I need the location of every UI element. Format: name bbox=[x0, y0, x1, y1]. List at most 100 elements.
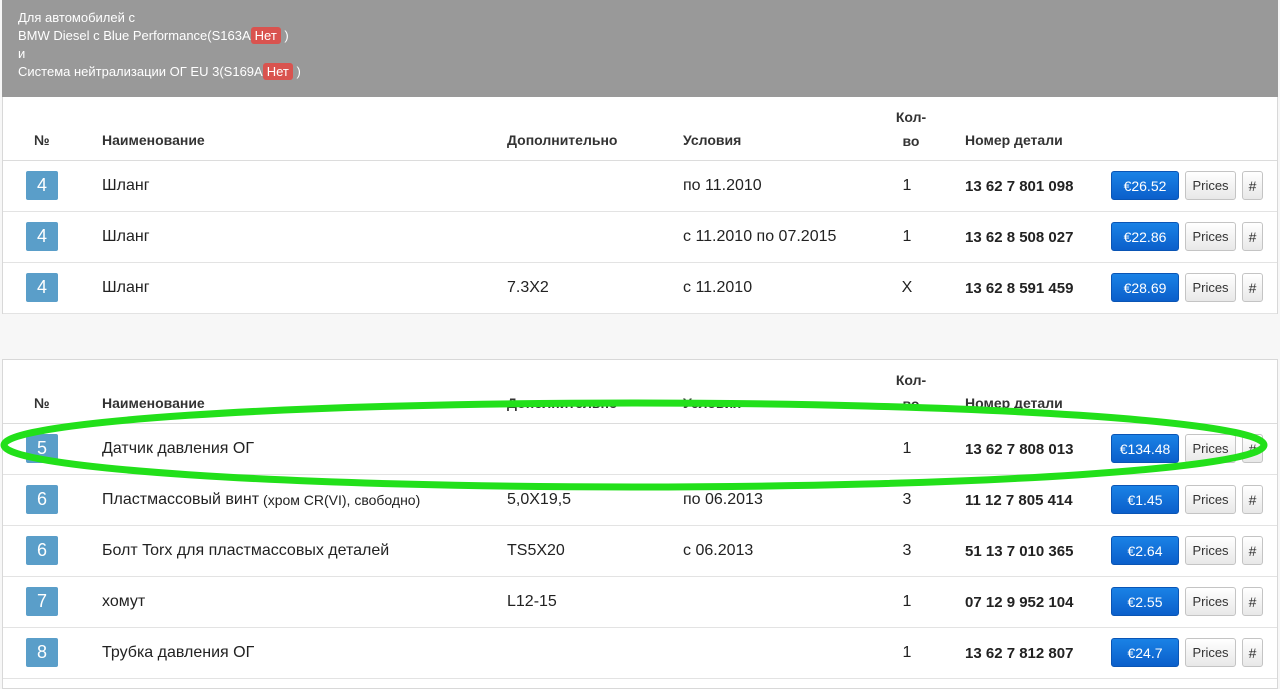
header-line-4-suffix: ) bbox=[296, 64, 301, 79]
item-number-badge: 7 bbox=[26, 587, 58, 616]
part-extra: 5,0X19,5 bbox=[507, 491, 572, 508]
column-header-qty-line2: во bbox=[902, 133, 920, 149]
header-line-1: Для автомобилей с bbox=[18, 10, 135, 25]
item-number-badge: 6 bbox=[26, 485, 58, 514]
prices-button[interactable]: Prices bbox=[1185, 587, 1236, 616]
price-button[interactable]: €1.45 bbox=[1111, 485, 1179, 514]
part-conditions: по 06.2013 bbox=[683, 491, 763, 508]
column-header-qty-line1: Кол- bbox=[895, 109, 927, 125]
anchor-button[interactable]: # bbox=[1242, 485, 1263, 514]
prices-button[interactable]: Prices bbox=[1185, 638, 1236, 667]
part-name: Шланг bbox=[102, 263, 154, 313]
prices-button[interactable]: Prices bbox=[1185, 434, 1236, 463]
part-conditions: с 11.2010 по 07.2015 bbox=[683, 228, 837, 245]
part-name-text: Болт Torx для пластмассовых деталей bbox=[102, 542, 390, 559]
item-number-badge: 4 bbox=[26, 273, 58, 302]
table-header: № Наименование Дополнительно Условия Кол… bbox=[3, 360, 1277, 424]
part-name: Болт Torx для пластмассовых деталей bbox=[102, 526, 393, 576]
part-extra: L12-15 bbox=[507, 593, 557, 610]
table-row: 8 Трубка давления ОГ 1 13 62 7 812 807 €24.7… bbox=[3, 628, 1277, 679]
column-header-part: Номер детали bbox=[965, 132, 1063, 148]
anchor-button[interactable]: # bbox=[1242, 536, 1263, 565]
part-qty: 3 bbox=[902, 491, 912, 508]
part-number: 13 62 7 812 807 bbox=[965, 644, 1074, 662]
column-header-extra: Дополнительно bbox=[507, 395, 618, 411]
part-number: 11 12 7 805 414 bbox=[965, 491, 1073, 509]
parts-table-2: № Наименование Дополнительно Условия Кол… bbox=[2, 359, 1278, 689]
anchor-button[interactable]: # bbox=[1242, 434, 1263, 463]
header-line-3: и bbox=[18, 46, 26, 61]
part-name-text: хомут bbox=[102, 593, 146, 610]
part-number: 51 13 7 010 365 bbox=[965, 542, 1074, 560]
header-line-2-suffix: ) bbox=[284, 28, 289, 43]
part-extra: TS5X20 bbox=[507, 542, 565, 559]
anchor-button[interactable]: # bbox=[1242, 587, 1263, 616]
part-qty: 1 bbox=[902, 593, 912, 610]
part-number: 13 62 7 808 013 bbox=[965, 440, 1074, 458]
prices-button[interactable]: Prices bbox=[1185, 485, 1236, 514]
item-number-badge: 6 bbox=[26, 536, 58, 565]
price-button[interactable]: €26.52 bbox=[1111, 171, 1179, 200]
item-number-badge: 5 bbox=[26, 434, 58, 463]
part-conditions: с 06.2013 bbox=[683, 542, 754, 559]
part-qty: 1 bbox=[902, 440, 912, 457]
part-number: 13 62 8 508 027 bbox=[965, 228, 1074, 246]
part-name-text: Трубка давления ОГ bbox=[102, 644, 255, 661]
column-header-part: Номер детали bbox=[965, 395, 1063, 411]
table-header: № Наименование Дополнительно Условия Кол… bbox=[3, 97, 1277, 161]
part-name-text: Шланг bbox=[102, 177, 150, 194]
part-name: Датчик давления ОГ bbox=[102, 424, 258, 474]
part-name-note: (хром CR(VI), свободно) bbox=[263, 492, 421, 508]
price-button[interactable]: €134.48 bbox=[1111, 434, 1179, 463]
table-body: 4 Шланг по 11.2010 1 13 62 7 801 098 €26.52 Pr… bbox=[3, 161, 1277, 314]
header-line-2: BMW Diesel с Blue Performance(S163A Нет ) bbox=[18, 27, 1278, 45]
price-button[interactable]: €2.64 bbox=[1111, 536, 1179, 565]
part-number: 13 62 7 801 098 bbox=[965, 177, 1074, 195]
status-badge-no: Нет bbox=[250, 27, 281, 44]
part-conditions: с 11.2010 bbox=[683, 279, 753, 296]
column-header-conditions: Условия bbox=[683, 395, 742, 411]
table-row: 7 хомут L12-15 1 07 12 9 952 104 €2.55 Prices # bbox=[3, 577, 1277, 628]
header-line-2-text: BMW Diesel с Blue Performance(S163A bbox=[18, 28, 251, 43]
column-header-qty: Кол- во bbox=[881, 368, 941, 416]
column-header-extra: Дополнительно bbox=[507, 132, 618, 148]
part-extra: 7.3X2 bbox=[507, 279, 549, 296]
table-row: 6 Болт Torx для пластмассовых деталей TS5X… bbox=[3, 526, 1277, 577]
part-qty: 1 bbox=[902, 177, 912, 194]
column-header-name: Наименование bbox=[102, 395, 205, 411]
prices-button[interactable]: Prices bbox=[1185, 273, 1236, 302]
column-header-qty-line2: во bbox=[902, 396, 920, 412]
part-name: хомут bbox=[102, 577, 149, 627]
status-badge-no: Нет bbox=[262, 63, 293, 80]
table-body: 5 Датчик давления ОГ 1 13 62 7 808 013 €134.… bbox=[3, 424, 1277, 679]
prices-button[interactable]: Prices bbox=[1185, 222, 1236, 251]
part-name: Пластмассовый винт (хром CR(VI), свободно… bbox=[102, 475, 420, 525]
price-button[interactable]: €2.55 bbox=[1111, 587, 1179, 616]
prices-button[interactable]: Prices bbox=[1185, 536, 1236, 565]
column-header-name: Наименование bbox=[102, 132, 205, 148]
part-name: Шланг bbox=[102, 161, 154, 211]
part-name-text: Датчик давления ОГ bbox=[102, 440, 255, 457]
price-button[interactable]: €24.7 bbox=[1111, 638, 1179, 667]
parts-table-1: № Наименование Дополнительно Условия Кол… bbox=[2, 97, 1278, 314]
prices-button[interactable]: Prices bbox=[1185, 171, 1236, 200]
anchor-button[interactable]: # bbox=[1242, 273, 1263, 302]
column-header-num: № bbox=[34, 132, 50, 148]
price-button[interactable]: €28.69 bbox=[1111, 273, 1179, 302]
table-row: 4 Шланг с 11.2010 по 07.2015 1 13 62 8 508 0… bbox=[3, 212, 1277, 263]
table-row: 6 Пластмассовый винт (хром CR(VI), свободн… bbox=[3, 475, 1277, 526]
table-row: 4 Шланг по 11.2010 1 13 62 7 801 098 €26.52 Pr… bbox=[3, 161, 1277, 212]
anchor-button[interactable]: # bbox=[1242, 638, 1263, 667]
anchor-button[interactable]: # bbox=[1242, 222, 1263, 251]
part-name: Трубка давления ОГ bbox=[102, 628, 258, 678]
part-conditions: по 11.2010 bbox=[683, 177, 762, 194]
part-name: Шланг bbox=[102, 212, 154, 262]
column-header-num: № bbox=[34, 395, 50, 411]
part-name-text: Шланг bbox=[102, 279, 150, 296]
header-line-4: Система нейтрализации ОГ EU 3(S169A Нет ) bbox=[18, 63, 1278, 81]
anchor-button[interactable]: # bbox=[1242, 171, 1263, 200]
price-button[interactable]: €22.86 bbox=[1111, 222, 1179, 251]
column-header-conditions: Условия bbox=[683, 132, 742, 148]
part-name-text: Шланг bbox=[102, 228, 150, 245]
part-qty: 3 bbox=[902, 542, 912, 559]
